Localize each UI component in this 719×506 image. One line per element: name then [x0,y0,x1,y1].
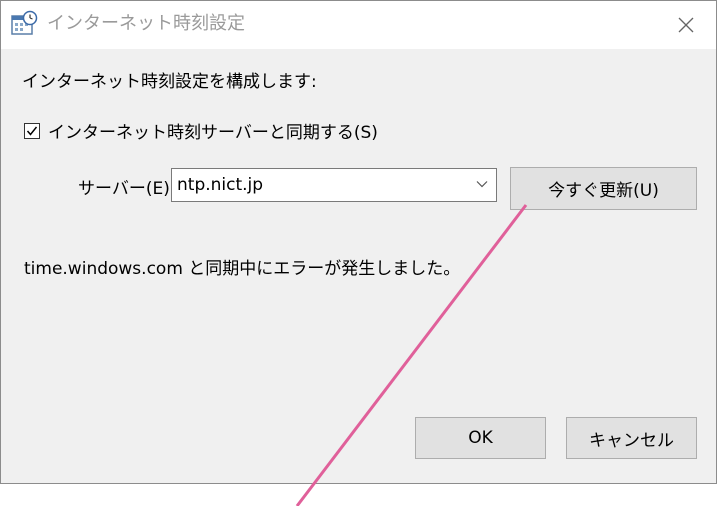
chevron-down-icon [476,181,488,188]
sync-checkbox[interactable] [24,123,40,139]
sync-checkbox-label[interactable]: インターネット時刻サーバーと同期する(S) [48,121,378,145]
window-title: インターネット時刻設定 [47,13,245,34]
close-icon [678,17,694,33]
calendar-clock-icon [10,10,38,38]
ok-button[interactable]: OK [415,417,546,459]
dialog-heading: インターネット時刻設定を構成します: [22,72,317,92]
cancel-button[interactable]: キャンセル [566,417,697,459]
server-value: ntp.nict.jp [177,175,264,195]
server-dropdown[interactable]: ntp.nict.jp [171,168,497,202]
internet-time-settings-dialog: インターネット時刻設定 インターネット時刻設定を構成します: インターネット時刻… [0,0,717,484]
close-button[interactable] [656,1,716,49]
check-icon [26,126,38,136]
update-now-button[interactable]: 今すぐ更新(U) [510,167,697,210]
server-label: サーバー(E): [78,179,176,199]
status-message: time.windows.com と同期中にエラーが発生しました。 [24,259,461,279]
title-bar[interactable]: インターネット時刻設定 [1,1,716,49]
